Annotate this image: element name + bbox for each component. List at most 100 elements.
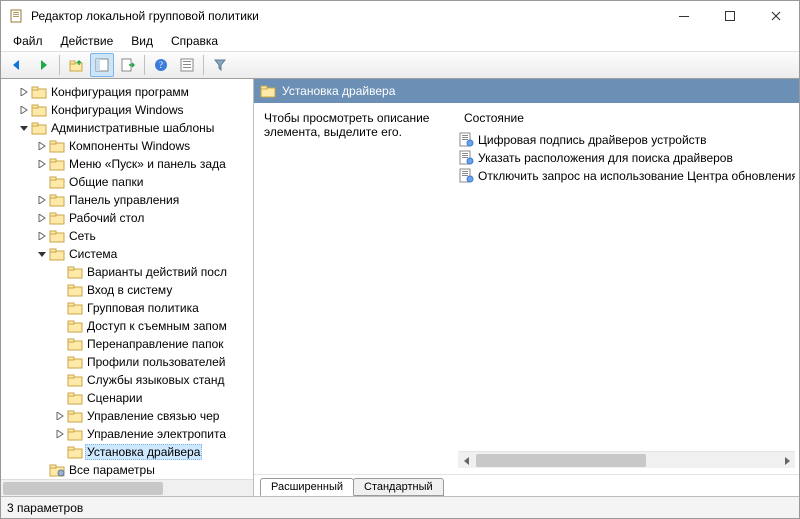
folder-icon (31, 84, 47, 100)
tree-item[interactable]: Варианты действий посл (1, 263, 253, 281)
forward-button[interactable] (31, 53, 55, 77)
titlebar: Редактор локальной групповой политики (1, 1, 799, 31)
show-tree-button[interactable] (90, 53, 114, 77)
tree-label: Управление электропита (85, 427, 228, 441)
expander-closed-icon[interactable] (35, 160, 49, 168)
folder-icon (67, 354, 83, 370)
maximize-button[interactable] (707, 1, 753, 31)
folder-icon (67, 390, 83, 406)
setting-item[interactable]: Отключить запрос на использование Центра… (458, 167, 795, 185)
tree-item[interactable]: Рабочий стол (1, 209, 253, 227)
tree-item[interactable]: Административные шаблоны (1, 119, 253, 137)
up-level-button[interactable] (64, 53, 88, 77)
setting-label: Цифровая подпись драйверов устройств (478, 133, 707, 147)
scroll-left-icon[interactable] (458, 452, 475, 469)
expander-closed-icon[interactable] (53, 430, 67, 438)
window-controls (661, 1, 799, 31)
folder-icon (67, 444, 83, 460)
tree-item[interactable]: Конфигурация программ (1, 83, 253, 101)
folder-icon (49, 192, 65, 208)
tree-item[interactable]: Управление электропита (1, 425, 253, 443)
folder-icon (49, 210, 65, 226)
tab-extended[interactable]: Расширенный (260, 478, 354, 496)
tab-standard[interactable]: Стандартный (353, 478, 444, 496)
list-horizontal-scrollbar[interactable] (458, 451, 795, 468)
filter-button[interactable] (208, 53, 232, 77)
tree-label: Сеть (67, 229, 98, 243)
setting-item[interactable]: Цифровая подпись драйверов устройств (458, 131, 795, 149)
expander-closed-icon[interactable] (17, 106, 31, 114)
expander-open-icon[interactable] (35, 250, 49, 258)
tree-item[interactable]: Профили пользователей (1, 353, 253, 371)
policy-icon (458, 150, 474, 166)
tree-label: Меню «Пуск» и панель зада (67, 157, 228, 171)
tree-item[interactable]: Перенаправление папок (1, 335, 253, 353)
expander-closed-icon[interactable] (35, 196, 49, 204)
folder-icon (67, 264, 83, 280)
column-header-state[interactable]: Состояние (458, 109, 795, 131)
expander-open-icon[interactable] (17, 124, 31, 132)
tree-item[interactable]: Сценарии (1, 389, 253, 407)
minimize-button[interactable] (661, 1, 707, 31)
tree-item[interactable]: Система (1, 245, 253, 263)
separator (203, 55, 204, 75)
tree-label: Административные шаблоны (49, 121, 216, 135)
tree-item[interactable]: Конфигурация Windows (1, 101, 253, 119)
tree-item[interactable]: Доступ к съемным запом (1, 317, 253, 335)
scrollbar-thumb[interactable] (3, 482, 163, 495)
folder-icon (49, 156, 65, 172)
tree-item[interactable]: Вход в систему (1, 281, 253, 299)
folder-icon (31, 102, 47, 118)
properties-button[interactable] (175, 53, 199, 77)
export-list-button[interactable] (116, 53, 140, 77)
scroll-right-icon[interactable] (778, 452, 795, 469)
menu-action[interactable]: Действие (53, 32, 122, 50)
setting-item[interactable]: Указать расположения для поиска драйверо… (458, 149, 795, 167)
expander-closed-icon[interactable] (17, 88, 31, 96)
toolbar: ? (1, 51, 799, 79)
scrollbar-thumb[interactable] (476, 454, 646, 467)
tree-item[interactable]: Управление связью чер (1, 407, 253, 425)
tree-label: Службы языковых станд (85, 373, 226, 387)
menu-help[interactable]: Справка (163, 32, 226, 50)
close-button[interactable] (753, 1, 799, 31)
tree-label: Установка драйвера (85, 444, 202, 460)
content-split: Чтобы просмотреть описание элемента, выд… (254, 103, 799, 474)
tree-item[interactable]: Компоненты Windows (1, 137, 253, 155)
tree-label: Сценарии (85, 391, 144, 405)
menu-file[interactable]: Файл (5, 32, 51, 50)
expander-closed-icon[interactable] (35, 142, 49, 150)
folder-icon (260, 83, 276, 99)
tree-label: Перенаправление папок (85, 337, 226, 351)
folder-icon (67, 318, 83, 334)
expander-closed-icon[interactable] (35, 232, 49, 240)
tree-item[interactable]: Панель управления (1, 191, 253, 209)
tree-item-selected[interactable]: Установка драйвера (1, 443, 253, 461)
details-pane: Установка драйвера Чтобы просмотреть опи… (254, 79, 799, 496)
tree-item[interactable]: Сеть (1, 227, 253, 245)
folder-icon (49, 138, 65, 154)
back-button[interactable] (5, 53, 29, 77)
folder-icon (49, 174, 65, 190)
tree-label: Профили пользователей (85, 355, 227, 369)
folder-icon (67, 372, 83, 388)
tree[interactable]: Конфигурация программ Конфигурация Windo… (1, 79, 253, 479)
statusbar: 3 параметров (1, 496, 799, 518)
description-text: Чтобы просмотреть описание элемента, выд… (264, 111, 429, 139)
expander-closed-icon[interactable] (53, 412, 67, 420)
tree-item[interactable]: Групповая политика (1, 299, 253, 317)
folder-icon (31, 120, 47, 136)
tree-horizontal-scrollbar[interactable] (1, 479, 253, 496)
help-button[interactable]: ? (149, 53, 173, 77)
expander-closed-icon[interactable] (35, 214, 49, 222)
tree-item[interactable]: Службы языковых станд (1, 371, 253, 389)
tree-item[interactable]: Меню «Пуск» и панель зада (1, 155, 253, 173)
tree-label: Все параметры (67, 463, 157, 477)
app-icon (9, 8, 25, 24)
tree-item[interactable]: Все параметры (1, 461, 253, 479)
tree-label: Доступ к съемным запом (85, 319, 229, 333)
menu-view[interactable]: Вид (123, 32, 161, 50)
tree-item[interactable]: Общие папки (1, 173, 253, 191)
description-column: Чтобы просмотреть описание элемента, выд… (254, 103, 454, 474)
tree-label: Компоненты Windows (67, 139, 192, 153)
